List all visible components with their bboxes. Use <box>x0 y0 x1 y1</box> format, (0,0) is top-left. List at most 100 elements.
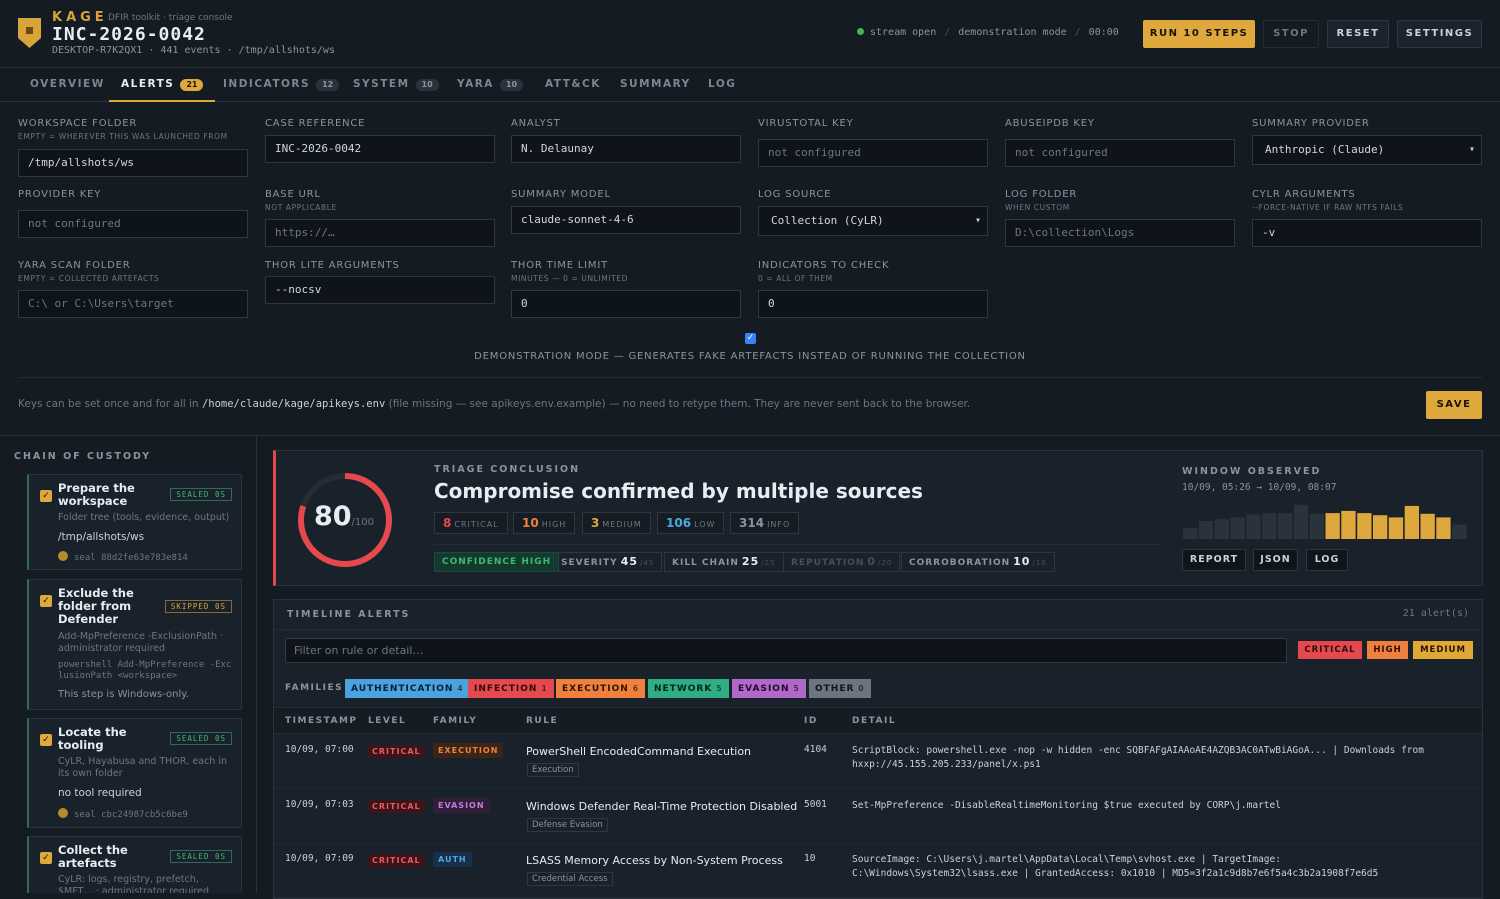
stream-label: stream open <box>870 27 937 38</box>
save-button[interactable]: SAVE <box>1426 391 1482 419</box>
settings-button[interactable]: SETTINGS <box>1397 20 1482 48</box>
keys-note: Keys can be set once and for all in /hom… <box>18 398 971 410</box>
triage-conclusion-card: 80/100 TRIAGE CONCLUSION Compromise conf… <box>273 450 1483 586</box>
case-reference-field: CASE REFERENCE INC-2026-0042 <box>265 118 495 178</box>
workspace-input[interactable]: /tmp/allshots/ws <box>18 149 248 177</box>
thor-args-input[interactable]: --nocsv <box>265 276 495 304</box>
table-header: TIMESTAMP LEVEL FAMILY RULE ID DETAIL <box>274 707 1482 734</box>
tab-indicators[interactable]: INDICATORS 12 <box>223 68 340 102</box>
indicators-input[interactable]: 0 <box>758 290 988 318</box>
tab-summary[interactable]: SUMMARY <box>620 68 691 102</box>
summary-provider-field: SUMMARY PROVIDER Anthropic (Claude) ▾ <box>1252 118 1482 178</box>
family-filter-other[interactable]: OTHER 0 <box>809 679 871 698</box>
count-low: 106 LOW <box>657 512 725 534</box>
family-filter-network[interactable]: NETWORK 5 <box>648 679 729 698</box>
family-filter-evasion[interactable]: EVASION 5 <box>732 679 806 698</box>
family-filter-infection[interactable]: INFECTION 1 <box>468 679 554 698</box>
mode-label: demonstration mode <box>958 27 1067 38</box>
analyst-field: ANALYST N. Delaunay <box>511 118 741 178</box>
score-severity: SEVERITY 45/45 <box>553 552 663 572</box>
level-filter-critical[interactable]: CRITICAL <box>1298 641 1362 659</box>
histogram-bar <box>1452 524 1467 539</box>
config-panel: WORKSPACE FOLDER EMPTY = WHEREVER THIS W… <box>0 103 1500 436</box>
tab-count: 10 <box>499 79 524 91</box>
log-folder-input[interactable]: D:\collection\Logs <box>1005 219 1235 247</box>
thor-time-input[interactable]: 0 <box>511 290 741 318</box>
count-info: 314 INFO <box>730 512 800 534</box>
analyst-input[interactable]: N. Delaunay <box>511 135 741 163</box>
histogram-bar <box>1341 510 1356 539</box>
chain-of-custody-panel: CHAIN OF CUSTODY ✓ Prepare the workspace… <box>0 436 257 893</box>
reset-button[interactable]: RESET <box>1327 20 1389 48</box>
table-row[interactable]: 10/09, 07:00 CRITICAL EXECUTION PowerShe… <box>274 735 1482 789</box>
histogram-bar <box>1420 513 1435 539</box>
main-tabs: OVERVIEW ALERTS 21 INDICATORS 12 SYSTEM 10 … <box>0 68 1500 102</box>
divider <box>434 544 1162 545</box>
provider-key-input[interactable]: not configured <box>18 210 248 238</box>
chevron-down-icon: ▾ <box>1468 144 1475 155</box>
thor-args-field: THOR LITE ARGUMENTS --nocsv <box>265 260 495 320</box>
level-filter-high[interactable]: HIGH <box>1367 641 1408 659</box>
table-row[interactable]: 10/09, 07:03 CRITICAL EVASION Windows De… <box>274 790 1482 844</box>
check-icon: ✓ <box>40 734 52 746</box>
tab-overview[interactable]: OVERVIEW <box>30 68 105 102</box>
provider-key-field: PROVIDER KEY not configured <box>18 189 248 249</box>
family-badge: EXECUTION <box>433 743 504 758</box>
count-critical: 8 CRITICAL <box>434 512 508 534</box>
triage-conclusion-label: TRIAGE CONCLUSION <box>434 464 581 475</box>
status-badge: SEALED 0S <box>170 850 232 863</box>
case-reference-input[interactable]: INC-2026-0042 <box>265 135 495 163</box>
json-button[interactable]: JSON <box>1253 549 1298 571</box>
summary-model-input[interactable]: claude-sonnet-4-6 <box>511 206 741 234</box>
case-meta: DESKTOP-R7K2QX1 · 441 events · /tmp/alls… <box>52 45 335 56</box>
count-high: 10 HIGH <box>513 512 576 534</box>
summary-provider-select[interactable]: Anthropic (Claude) ▾ <box>1252 135 1482 165</box>
brand-name: KAGE <box>52 10 108 25</box>
indicators-field: INDICATORS TO CHECK 0 = ALL OF THEM 0 <box>758 260 988 320</box>
log-button[interactable]: LOG <box>1306 549 1348 571</box>
demo-mode-checkbox[interactable]: ✓ <box>745 333 756 344</box>
yara-folder-input[interactable]: C:\ or C:\Users\target <box>18 290 248 318</box>
log-source-select[interactable]: Collection (CyLR) ▾ <box>758 206 988 236</box>
cylr-args-input[interactable]: -v <box>1252 219 1482 247</box>
histogram-bar <box>1230 517 1245 539</box>
yara-folder-field: YARA SCAN FOLDER EMPTY = COLLECTED ARTEF… <box>18 260 248 320</box>
tab-count: 12 <box>316 79 340 91</box>
custody-step[interactable]: ✓ Locate the tooling SEALED 0S CyLR, Hay… <box>27 718 242 828</box>
tab-system[interactable]: SYSTEM 10 <box>353 68 439 102</box>
custody-step[interactable]: ✓ Prepare the workspace SEALED 0S Folder… <box>27 474 242 570</box>
histogram-bar <box>1246 514 1261 539</box>
tab-attack[interactable]: ATT&CK <box>545 68 601 102</box>
timeline-title: TIMELINE ALERTS <box>287 609 411 620</box>
abuseipdb-key-input[interactable]: not configured <box>1005 139 1235 167</box>
check-icon: ✓ <box>40 595 52 607</box>
table-row[interactable]: 10/09, 07:09 CRITICAL AUTH LSASS Memory … <box>274 844 1482 898</box>
base-url-input[interactable]: https://… <box>265 219 495 247</box>
level-filter-medium[interactable]: MEDIUM <box>1413 641 1473 659</box>
run-steps-button[interactable]: RUN 10 STEPS <box>1143 20 1255 48</box>
histogram-bar <box>1373 515 1388 539</box>
custody-step[interactable]: ✓ Exclude the folder from Defender SKIPP… <box>27 579 242 710</box>
timeline-alerts-panel: TIMELINE ALERTS 21 alert(s) Filter on ru… <box>273 599 1483 899</box>
custody-step[interactable]: ✓ Collect the artefacts SEALED 0S CyLR: … <box>27 836 242 893</box>
abuseipdb-field: ABUSEIPDB KEY not configured <box>1005 118 1235 178</box>
event-histogram <box>1183 504 1467 539</box>
summary-model-field: SUMMARY MODEL claude-sonnet-4-6 <box>511 189 741 249</box>
virustotal-key-input[interactable]: not configured <box>758 139 988 167</box>
tab-count: 21 <box>180 79 204 91</box>
family-filter-execution[interactable]: EXECUTION 6 <box>556 679 646 698</box>
histogram-bar <box>1436 517 1451 539</box>
tab-alerts[interactable]: ALERTS 21 <box>109 68 216 102</box>
family-filter-authentication[interactable]: AUTHENTICATION 4 <box>345 679 470 698</box>
report-button[interactable]: REPORT <box>1182 549 1246 571</box>
status-badge: SEALED 0S <box>170 488 232 501</box>
demo-mode-label: DEMONSTRATION MODE — GENERATES FAKE ARTE… <box>474 351 1026 362</box>
tab-yara[interactable]: YARA 10 <box>457 68 524 102</box>
filter-input[interactable]: Filter on rule or detail… <box>285 638 1287 663</box>
tab-log[interactable]: LOG <box>708 68 736 102</box>
histogram-bar <box>1404 505 1419 539</box>
level-badge: CRITICAL <box>368 745 425 758</box>
score-reputation: REPUTATION 0/20 <box>783 552 901 572</box>
count-medium: 3 MEDIUM <box>582 512 651 534</box>
stop-button[interactable]: STOP <box>1263 20 1319 48</box>
